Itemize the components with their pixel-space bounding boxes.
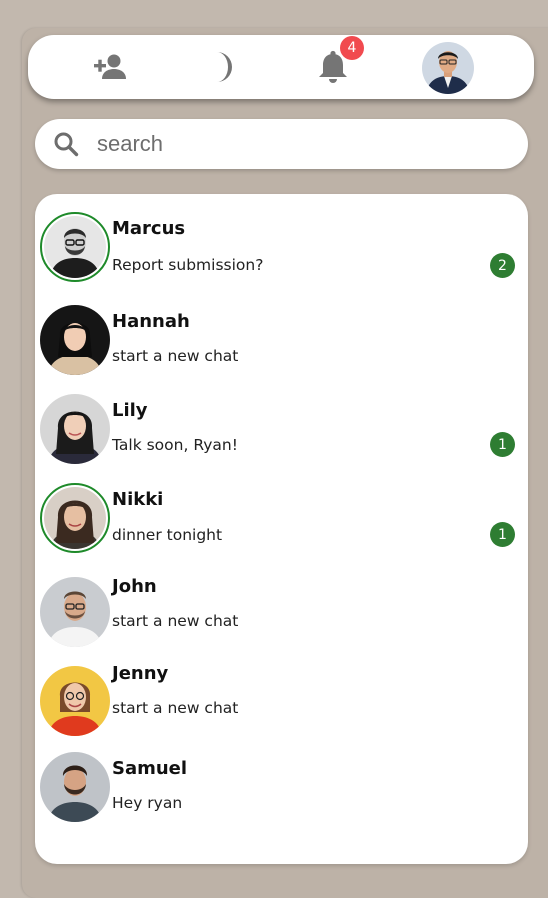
unread-badge: 1 [490,522,515,547]
avatar [40,305,110,375]
add-person-icon [94,54,126,79]
contact-samuel[interactable]: Samuel Hey ryan [35,752,528,838]
avatar [40,394,110,464]
avatar [40,212,110,282]
contact-name: Hannah [112,311,190,332]
contact-nikki[interactable]: Nikki dinner tonight 1 [35,483,528,569]
contact-name: Nikki [112,489,164,510]
contact-marcus[interactable]: Marcus Report submission? 2 [35,212,528,298]
contact-name: Lily [112,400,148,421]
last-message: Hey ryan [112,794,183,812]
dark-mode-toggle[interactable] [204,35,240,99]
avatar [40,666,110,736]
avatar [40,483,110,553]
unread-badge: 1 [490,432,515,457]
contact-name: Samuel [112,758,188,779]
contact-hannah[interactable]: Hannah start a new chat [35,305,528,391]
last-message: dinner tonight [112,526,223,544]
search-input[interactable] [97,127,507,161]
contact-name: Marcus [112,218,186,239]
avatar [40,752,110,822]
unread-badge: 2 [490,253,515,278]
contact-jenny[interactable]: Jenny start a new chat [35,663,528,752]
last-message: start a new chat [112,699,239,717]
contact-list: Marcus Report submission? 2 Hannah start… [35,194,528,864]
avatar [40,577,110,647]
last-message: start a new chat [112,347,239,365]
contact-name: John [112,576,157,597]
last-message: Talk soon, Ryan! [112,436,238,454]
search-icon[interactable] [53,131,79,157]
contact-lily[interactable]: Lily Talk soon, Ryan! 1 [35,394,528,480]
notification-badge: 4 [340,36,364,60]
search-bar [35,119,528,169]
last-message: start a new chat [112,612,239,630]
contact-name: Jenny [112,663,169,684]
contact-john[interactable]: John start a new chat [35,576,528,663]
profile-avatar[interactable] [422,42,474,94]
moon-icon [217,52,232,82]
add-contact-button[interactable] [90,35,130,99]
last-message: Report submission? [112,256,264,274]
